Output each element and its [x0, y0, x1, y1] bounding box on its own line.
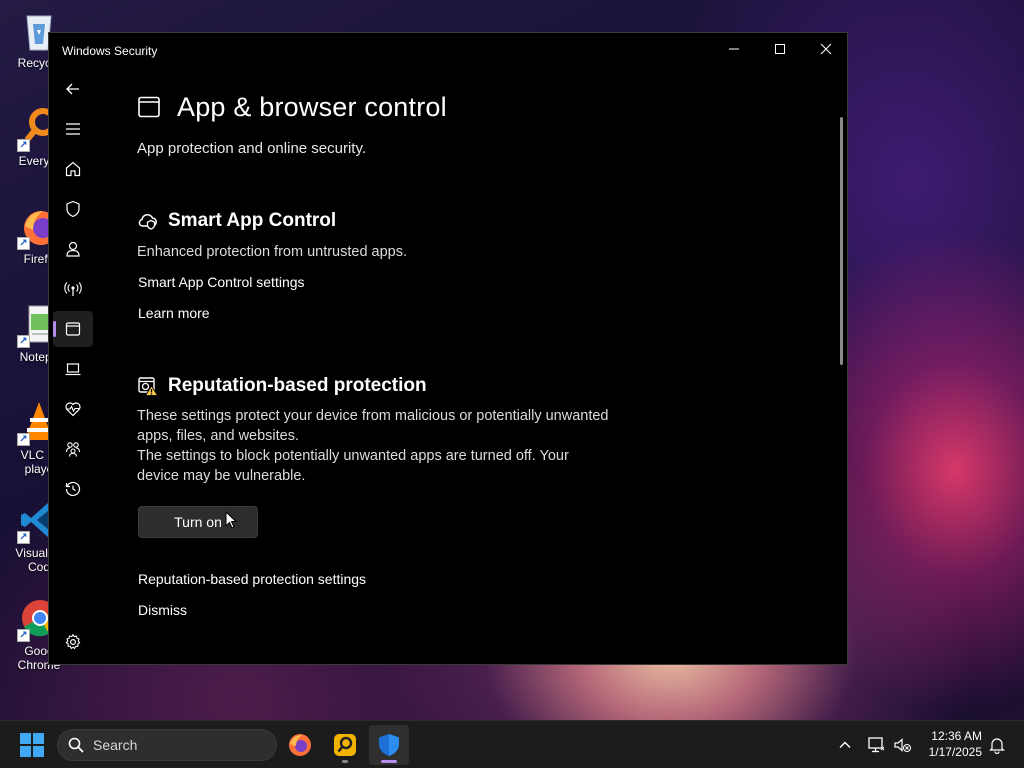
system-clock[interactable]: 12:36 AM 1/17/2025 [929, 728, 982, 760]
antenna-icon [64, 282, 82, 296]
history-icon [65, 481, 81, 497]
gear-icon [65, 633, 81, 650]
laptop-icon [65, 363, 81, 376]
clock-time: 12:36 AM [931, 729, 982, 743]
heart-pulse-icon [65, 402, 81, 417]
back-arrow-icon [66, 83, 79, 95]
bell-icon [989, 738, 1005, 754]
turn-on-button[interactable]: Turn on [138, 506, 258, 538]
browser-window-icon [65, 322, 81, 336]
main-content: App & browser control App protection and… [137, 33, 837, 664]
taskbar-search-box[interactable]: Search [57, 729, 277, 761]
show-hidden-icons-button[interactable] [836, 735, 854, 755]
search-icon [68, 737, 84, 753]
scrollbar[interactable] [840, 117, 843, 365]
running-indicator [342, 760, 348, 763]
nav-account-protection[interactable] [53, 231, 93, 267]
dismiss-link[interactable]: Dismiss [138, 602, 187, 618]
nav-virus-threat-protection[interactable] [53, 191, 93, 227]
shortcut-arrow-icon: ↗ [17, 629, 30, 642]
taskbar-app-firefox[interactable] [280, 725, 320, 765]
firefox-icon [289, 734, 311, 756]
windows-security-shield-icon [379, 734, 399, 756]
nav-firewall-network-protection[interactable] [53, 271, 93, 307]
reputation-warning-icon [138, 377, 159, 396]
taskbar-app-everything[interactable] [325, 725, 365, 765]
section-title: Smart App Control [168, 210, 337, 231]
nav-device-security[interactable] [53, 351, 93, 387]
browser-window-icon [138, 96, 160, 118]
smart-app-control-settings-link[interactable]: Smart App Control settings [138, 274, 305, 290]
chevron-up-icon [839, 741, 851, 748]
person-icon [66, 241, 80, 257]
clock-date: 1/17/2025 [928, 745, 982, 759]
reputation-description: These settings protect your device from … [137, 408, 609, 484]
search-placeholder: Search [93, 737, 138, 753]
mouse-cursor-icon [225, 511, 237, 529]
cloud-shield-icon [138, 213, 157, 230]
notifications-button[interactable] [986, 735, 1008, 755]
learn-more-link[interactable]: Learn more [138, 305, 210, 321]
reputation-protection-heading: Reputation-based protection [137, 375, 427, 397]
nav-device-performance-health[interactable] [53, 391, 93, 427]
shortcut-arrow-icon: ↗ [17, 335, 30, 348]
back-button[interactable] [53, 71, 93, 107]
page-subtitle: App protection and online security. [137, 140, 367, 157]
volume-muted-icon [894, 738, 911, 752]
hamburger-menu-icon [66, 123, 80, 135]
taskbar: Search 12:36 AM 1/17/2025 [0, 720, 1024, 768]
nav-settings[interactable] [53, 624, 93, 660]
reputation-settings-link[interactable]: Reputation-based protection settings [138, 571, 366, 587]
network-status-button[interactable] [866, 735, 888, 755]
shortcut-arrow-icon: ↗ [17, 531, 30, 544]
active-indicator [381, 760, 397, 763]
shortcut-arrow-icon: ↗ [17, 433, 30, 446]
network-monitor-icon [868, 737, 885, 753]
home-icon [65, 161, 81, 177]
nav-protection-history[interactable] [53, 471, 93, 507]
volume-button[interactable] [892, 735, 914, 755]
page-title: App & browser control [177, 92, 447, 122]
everything-search-icon [334, 734, 356, 756]
taskbar-app-windows-security[interactable] [369, 725, 409, 765]
shortcut-arrow-icon: ↗ [17, 139, 30, 152]
section-title: Reputation-based protection [168, 375, 427, 396]
nav-family-options[interactable] [53, 431, 93, 467]
nav-home[interactable] [53, 151, 93, 187]
windows-security-window: Windows Security App & browser control A… [48, 32, 848, 665]
smart-app-control-description: Enhanced protection from untrusted apps. [137, 244, 408, 260]
smart-app-control-heading: Smart App Control [137, 210, 336, 232]
family-icon [65, 442, 81, 457]
shortcut-arrow-icon: ↗ [17, 237, 30, 250]
shield-icon [66, 200, 80, 218]
nav-app-browser-control[interactable] [53, 311, 93, 347]
menu-button[interactable] [53, 111, 93, 147]
windows-start-icon[interactable] [20, 733, 44, 757]
